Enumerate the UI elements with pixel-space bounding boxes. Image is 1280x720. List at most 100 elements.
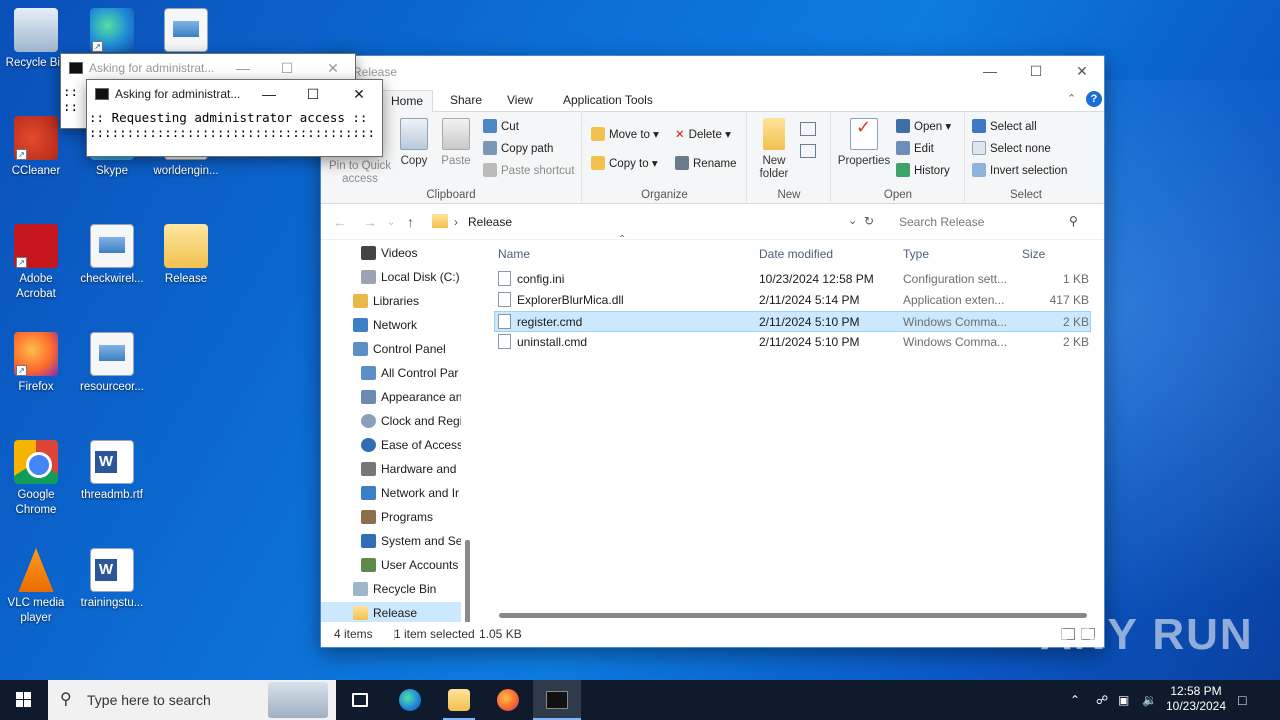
- properties-button[interactable]: ✓ Properties: [836, 118, 892, 168]
- notifications-icon[interactable]: □: [1238, 680, 1258, 720]
- tab-share[interactable]: Share: [441, 90, 491, 112]
- desktop-icon-release[interactable]: Release: [150, 224, 222, 287]
- edit-button[interactable]: Edit: [896, 140, 934, 158]
- paste-shortcut-button[interactable]: Paste shortcut: [483, 162, 575, 180]
- nav-item-network[interactable]: Network: [321, 314, 461, 337]
- column-header-size[interactable]: Size: [1022, 244, 1045, 264]
- taskbar-file-explorer[interactable]: [435, 680, 483, 720]
- taskbar-cmd[interactable]: [533, 680, 581, 720]
- forward-icon[interactable]: →: [363, 214, 377, 230]
- console-window-front[interactable]: Asking for administrat... — ☐ ✕ :: Reque…: [86, 79, 383, 157]
- pin-quick-access-button[interactable]: Pin to Quick access: [325, 160, 395, 186]
- nav-item-programs[interactable]: Programs: [321, 506, 461, 529]
- address-box[interactable]: › Release ⌄: [429, 211, 862, 233]
- rename-button[interactable]: Rename: [675, 155, 736, 173]
- nav-item-hardware[interactable]: Hardware and: [321, 458, 461, 481]
- nav-item-release[interactable]: Release: [321, 602, 461, 622]
- close-button[interactable]: ✕: [337, 80, 381, 108]
- desktop-icon-firefox[interactable]: ↗ Firefox: [0, 332, 72, 395]
- file-row[interactable]: ExplorerBlurMica.dll 2/11/2024 5:14 PM A…: [494, 290, 1091, 311]
- history-button[interactable]: History: [896, 162, 950, 180]
- console-title-bar[interactable]: Asking for administrat... — ☐ ✕: [87, 80, 382, 108]
- open-button[interactable]: Open ▾: [896, 118, 951, 136]
- nav-item-videos[interactable]: Videos: [321, 242, 461, 265]
- nav-item-all-control-panel[interactable]: All Control Par: [321, 362, 461, 385]
- back-icon[interactable]: ←: [333, 214, 347, 230]
- desktop-icon-trainingstu[interactable]: trainingstu...: [76, 548, 148, 611]
- column-header-date[interactable]: Date modified: [759, 244, 833, 264]
- nav-item-libraries[interactable]: Libraries: [321, 290, 461, 313]
- close-button[interactable]: ✕: [1059, 56, 1105, 86]
- taskbar-search-box[interactable]: ⚲ Type here to search: [48, 680, 336, 720]
- tab-view[interactable]: View: [498, 90, 542, 112]
- close-button[interactable]: ✕: [311, 54, 355, 82]
- help-icon[interactable]: ?: [1086, 91, 1102, 107]
- desktop-icon-checkwirel[interactable]: checkwirel...: [76, 224, 148, 287]
- refresh-icon[interactable]: ↻: [864, 214, 874, 228]
- minimize-button[interactable]: —: [221, 54, 265, 82]
- copy-button[interactable]: Copy: [397, 118, 431, 168]
- column-header-type[interactable]: Type: [903, 244, 929, 264]
- delete-button[interactable]: ✕ Delete ▾: [675, 126, 731, 144]
- navigation-scrollbar[interactable]: [465, 540, 470, 622]
- minimize-button[interactable]: —: [967, 56, 1013, 86]
- clock[interactable]: 12:58 PM 10/23/2024: [1164, 680, 1228, 720]
- column-header-name[interactable]: Name: [498, 244, 530, 264]
- nav-item-appearance[interactable]: Appearance an: [321, 386, 461, 409]
- taskbar-edge[interactable]: [386, 680, 434, 720]
- cmd-file-icon: [498, 314, 511, 329]
- copy-to-button[interactable]: Copy to ▾: [591, 155, 658, 173]
- desktop-icon-edge[interactable]: ↗: [76, 8, 148, 56]
- desktop-icon-file[interactable]: [150, 8, 222, 56]
- network-status-icon[interactable]: ☍: [1096, 680, 1110, 720]
- nav-item-recycle-bin[interactable]: Recycle Bin: [321, 578, 461, 601]
- new-item-icon[interactable]: [800, 122, 816, 136]
- new-folder-button[interactable]: New folder: [754, 118, 794, 181]
- copy-path-button[interactable]: Copy path: [483, 140, 553, 158]
- file-row[interactable]: config.ini 10/23/2024 12:58 PM Configura…: [494, 269, 1091, 290]
- search-input[interactable]: Search Release ⚲: [892, 211, 1089, 233]
- nav-item-system-security[interactable]: System and Sec: [321, 530, 461, 553]
- desktop-icon-vlc[interactable]: VLC media player: [0, 548, 72, 626]
- horizontal-scrollbar[interactable]: [499, 613, 1087, 618]
- task-view-button[interactable]: [336, 680, 384, 720]
- file-explorer-window[interactable]: Release — ☐ ✕ Home Share View Applicatio…: [320, 55, 1105, 648]
- tab-home[interactable]: Home: [381, 90, 434, 112]
- invert-selection-button[interactable]: Invert selection: [972, 162, 1067, 180]
- nav-item-network-internet[interactable]: Network and Ir: [321, 482, 461, 505]
- nav-item-ease-of-access[interactable]: Ease of Access: [321, 434, 461, 457]
- console-title-bar[interactable]: Asking for administrat... — ☐ ✕: [61, 54, 355, 82]
- nav-item-user-accounts[interactable]: User Accounts: [321, 554, 461, 577]
- address-dropdown-icon[interactable]: ⌄: [848, 214, 857, 227]
- recent-locations-icon[interactable]: ⌄: [387, 217, 395, 228]
- cut-button[interactable]: Cut: [483, 118, 519, 136]
- nav-item-control-panel[interactable]: Control Panel: [321, 338, 461, 361]
- desktop-icon-threadmb[interactable]: threadmb.rtf: [76, 440, 148, 503]
- title-bar[interactable]: Release — ☐ ✕: [321, 56, 1104, 86]
- paste-button[interactable]: Paste: [437, 118, 475, 168]
- volume-icon[interactable]: 🔉: [1142, 680, 1160, 720]
- file-row[interactable]: uninstall.cmd 2/11/2024 5:10 PM Windows …: [494, 332, 1091, 353]
- up-icon[interactable]: ↑: [407, 214, 414, 230]
- breadcrumb[interactable]: Release: [468, 215, 512, 229]
- desktop-icon-adobe[interactable]: ↗ Adobe Acrobat: [0, 224, 72, 302]
- desktop-icon-chrome[interactable]: Google Chrome: [0, 440, 72, 518]
- desktop-icon-resourceor[interactable]: resourceor...: [76, 332, 148, 395]
- taskbar-firefox[interactable]: [484, 680, 532, 720]
- ethernet-icon[interactable]: ▣: [1118, 680, 1136, 720]
- maximize-button[interactable]: ☐: [265, 54, 309, 82]
- move-to-button[interactable]: Move to ▾: [591, 126, 659, 144]
- easy-access-icon[interactable]: [800, 144, 816, 158]
- select-none-button[interactable]: Select none: [972, 140, 1051, 158]
- maximize-button[interactable]: ☐: [1013, 56, 1059, 86]
- show-hidden-icons-icon[interactable]: ⌃: [1070, 680, 1090, 720]
- minimize-button[interactable]: —: [247, 80, 291, 108]
- collapse-ribbon-icon[interactable]: ⌃: [1067, 92, 1076, 105]
- maximize-button[interactable]: ☐: [291, 80, 335, 108]
- select-all-button[interactable]: Select all: [972, 118, 1037, 136]
- file-row-selected[interactable]: register.cmd 2/11/2024 5:10 PM Windows C…: [494, 311, 1091, 332]
- nav-item-local-disk[interactable]: Local Disk (C:): [321, 266, 461, 289]
- start-button[interactable]: [0, 680, 48, 720]
- nav-item-clock-region[interactable]: Clock and Regi: [321, 410, 461, 433]
- tab-application-tools[interactable]: Application Tools: [554, 90, 662, 112]
